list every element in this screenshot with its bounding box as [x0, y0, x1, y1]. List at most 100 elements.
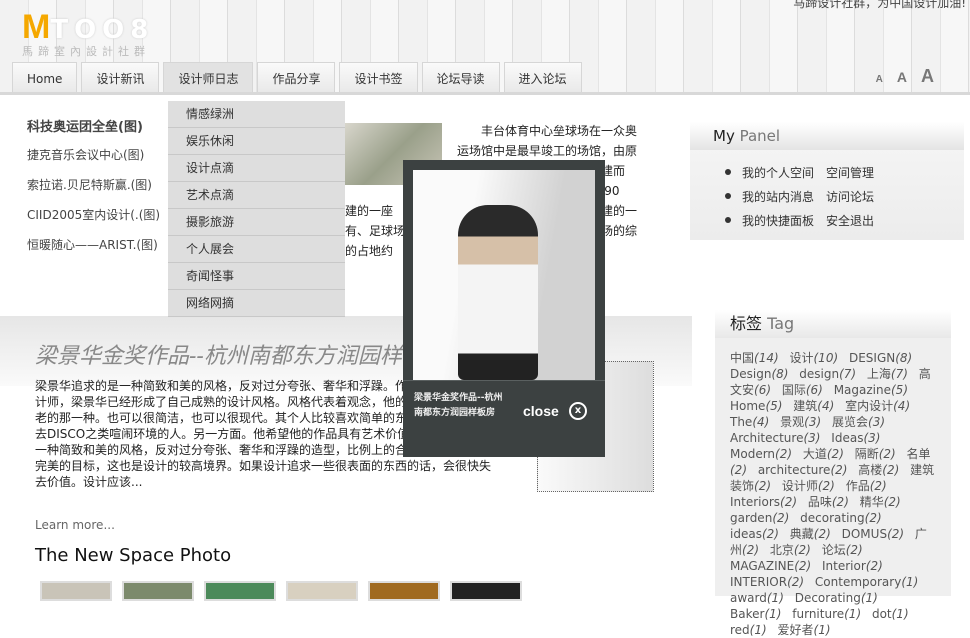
tag-link[interactable]: Interiors(2)	[730, 495, 797, 509]
tag-link[interactable]: 北京(2)	[770, 543, 811, 557]
tag-label: 建筑	[793, 399, 818, 413]
photo-thumb[interactable]	[368, 581, 440, 601]
tag-link[interactable]: Modern(2)	[730, 447, 792, 461]
tag-count: (1)	[813, 623, 831, 637]
tag-link[interactable]: The(4)	[730, 415, 769, 429]
tag-label: 北京	[769, 543, 794, 557]
nav-design-news[interactable]: 设计新讯	[81, 62, 160, 92]
nav-enter-forum[interactable]: 进入论坛	[503, 62, 582, 92]
tag-link[interactable]: Baker(1)	[730, 607, 781, 621]
tag-link[interactable]: dot(1)	[872, 607, 909, 621]
tag-link[interactable]: 设计师(2)	[782, 479, 835, 493]
font-large-button[interactable]: A	[921, 66, 934, 87]
tag-link[interactable]: DESIGN(8)	[849, 351, 912, 365]
menu-item[interactable]: 奇闻怪事	[168, 263, 345, 290]
menu-item[interactable]: 个人展会	[168, 236, 345, 263]
learn-more-link[interactable]: Learn more...	[35, 518, 115, 532]
menu-item[interactable]: 情感绿洲	[168, 101, 345, 128]
menu-item[interactable]: 摄影旅游	[168, 209, 345, 236]
nav-works[interactable]: 作品分享	[257, 62, 336, 92]
list-item[interactable]: 索拉诺.贝尼特斯赢.(图)	[27, 176, 160, 206]
list-item[interactable]: 恒暖随心——ARIST.(图)	[27, 236, 160, 266]
site-logo[interactable]: MTOO8 馬蹄室內設計社群	[22, 8, 154, 59]
nav-designer-blog[interactable]: 设计师日志	[163, 62, 254, 92]
tag-link[interactable]: ideas(2)	[730, 527, 779, 541]
tag-link[interactable]: 论坛(2)	[822, 543, 863, 557]
tag-link[interactable]: DOMUS(2)	[842, 527, 904, 541]
tag-link[interactable]: furniture(1)	[792, 607, 861, 621]
tag-link[interactable]: 国际(6)	[782, 383, 823, 397]
tag-link[interactable]: 设计(10)	[789, 351, 838, 365]
tag-link[interactable]: 隔断(2)	[855, 447, 896, 461]
tag-label: Magazine	[833, 383, 891, 397]
photo-thumb[interactable]	[122, 581, 194, 601]
tag-label: INTERIOR	[730, 575, 788, 589]
photo-thumb[interactable]	[40, 581, 112, 601]
tag-link[interactable]: Ideas(3)	[831, 431, 880, 445]
photo-thumb[interactable]	[450, 581, 522, 601]
tag-link[interactable]: 高楼(2)	[858, 463, 899, 477]
tag-link[interactable]: 展览会(3)	[832, 415, 885, 429]
article-title[interactable]: 梁景华金奖作品--杭州南都东方润园样板房	[35, 338, 415, 370]
tag-link[interactable]: 品味(2)	[808, 495, 849, 509]
tag-link[interactable]: Contemporary(1)	[815, 575, 918, 589]
messages-link[interactable]: 我的站内消息	[742, 190, 814, 204]
tag-link[interactable]: 上海(7)	[867, 367, 908, 381]
tag-link[interactable]: red(1)	[730, 623, 767, 637]
close-icon[interactable]: x	[569, 402, 587, 420]
tag-link[interactable]: award(1)	[730, 591, 784, 605]
tag-link[interactable]: 中国(14)	[730, 351, 779, 365]
tag-link[interactable]: 建筑(4)	[793, 399, 834, 413]
space-manage-link[interactable]: 空间管理	[826, 166, 874, 180]
tag-count: (2)	[793, 543, 811, 557]
tag-link[interactable]: 精华(2)	[860, 495, 901, 509]
tag-link[interactable]: Interior(2)	[822, 559, 883, 573]
list-item[interactable]: 科技奥运团全垒(图)	[27, 116, 160, 146]
tag-label: 室内设计	[845, 399, 894, 413]
tag-label: Ideas	[831, 431, 864, 445]
tag-link[interactable]: Architecture(3)	[730, 431, 820, 445]
tag-link[interactable]: 作品(2)	[846, 479, 887, 493]
list-item[interactable]: CIID2005室内设计(.(图)	[27, 206, 160, 236]
shortcut-panel-link[interactable]: 我的快捷面板	[742, 214, 814, 228]
tag-link[interactable]: architecture(2)	[758, 463, 848, 477]
tag-link[interactable]: Home(5)	[730, 399, 782, 413]
list-item[interactable]: 捷克音乐会议中心(图)	[27, 146, 160, 176]
tag-label: 景观	[780, 415, 805, 429]
font-small-button[interactable]: A	[876, 74, 883, 85]
tag-link[interactable]: decorating(2)	[800, 511, 882, 525]
tag-link[interactable]: garden(2)	[730, 511, 789, 525]
nav-home[interactable]: Home	[12, 62, 78, 92]
menu-item[interactable]: 艺术点滴	[168, 182, 345, 209]
tag-link[interactable]: Decorating(1)	[795, 591, 878, 605]
tag-link[interactable]: MAGAZINE(2)	[730, 559, 811, 573]
tag-label: 品味	[807, 495, 832, 509]
my-space-link[interactable]: 我的个人空间	[742, 166, 814, 180]
tag-link[interactable]: INTERIOR(2)	[730, 575, 804, 589]
menu-item[interactable]: 设计点滴	[168, 155, 345, 182]
tag-label: red	[730, 623, 750, 637]
close-button[interactable]: close	[523, 403, 559, 419]
tag-label: 展览会	[832, 415, 869, 429]
photo-thumb[interactable]	[286, 581, 358, 601]
tag-link[interactable]: 室内设计(4)	[845, 399, 910, 413]
menu-item[interactable]: 娱乐休闲	[168, 128, 345, 155]
nav-forum-guide[interactable]: 论坛导读	[421, 62, 500, 92]
font-medium-button[interactable]: A	[897, 69, 907, 85]
tag-count: (8)	[895, 351, 913, 365]
tag-link[interactable]: 景观(3)	[780, 415, 821, 429]
logout-link[interactable]: 安全退出	[826, 214, 874, 228]
menu-item[interactable]: 网络网摘	[168, 290, 345, 317]
tag-link[interactable]: Magazine(5)	[834, 383, 908, 397]
tag-count: (2)	[742, 543, 760, 557]
tag-link[interactable]: 大道(2)	[803, 447, 844, 461]
nav-bookmarks[interactable]: 设计书签	[339, 62, 418, 92]
tag-link[interactable]: Design(8)	[730, 367, 788, 381]
tag-link[interactable]: 爱好者(1)	[778, 623, 831, 637]
tag-link[interactable]: design(7)	[799, 367, 856, 381]
featured-list: 科技奥运团全垒(图) 捷克音乐会议中心(图) 索拉诺.贝尼特斯赢.(图) CII…	[27, 116, 160, 266]
visit-forum-link[interactable]: 访问论坛	[826, 190, 874, 204]
tag-panel-title: 标签 Tag	[715, 310, 951, 338]
photo-thumb[interactable]	[204, 581, 276, 601]
tag-link[interactable]: 典藏(2)	[790, 527, 831, 541]
